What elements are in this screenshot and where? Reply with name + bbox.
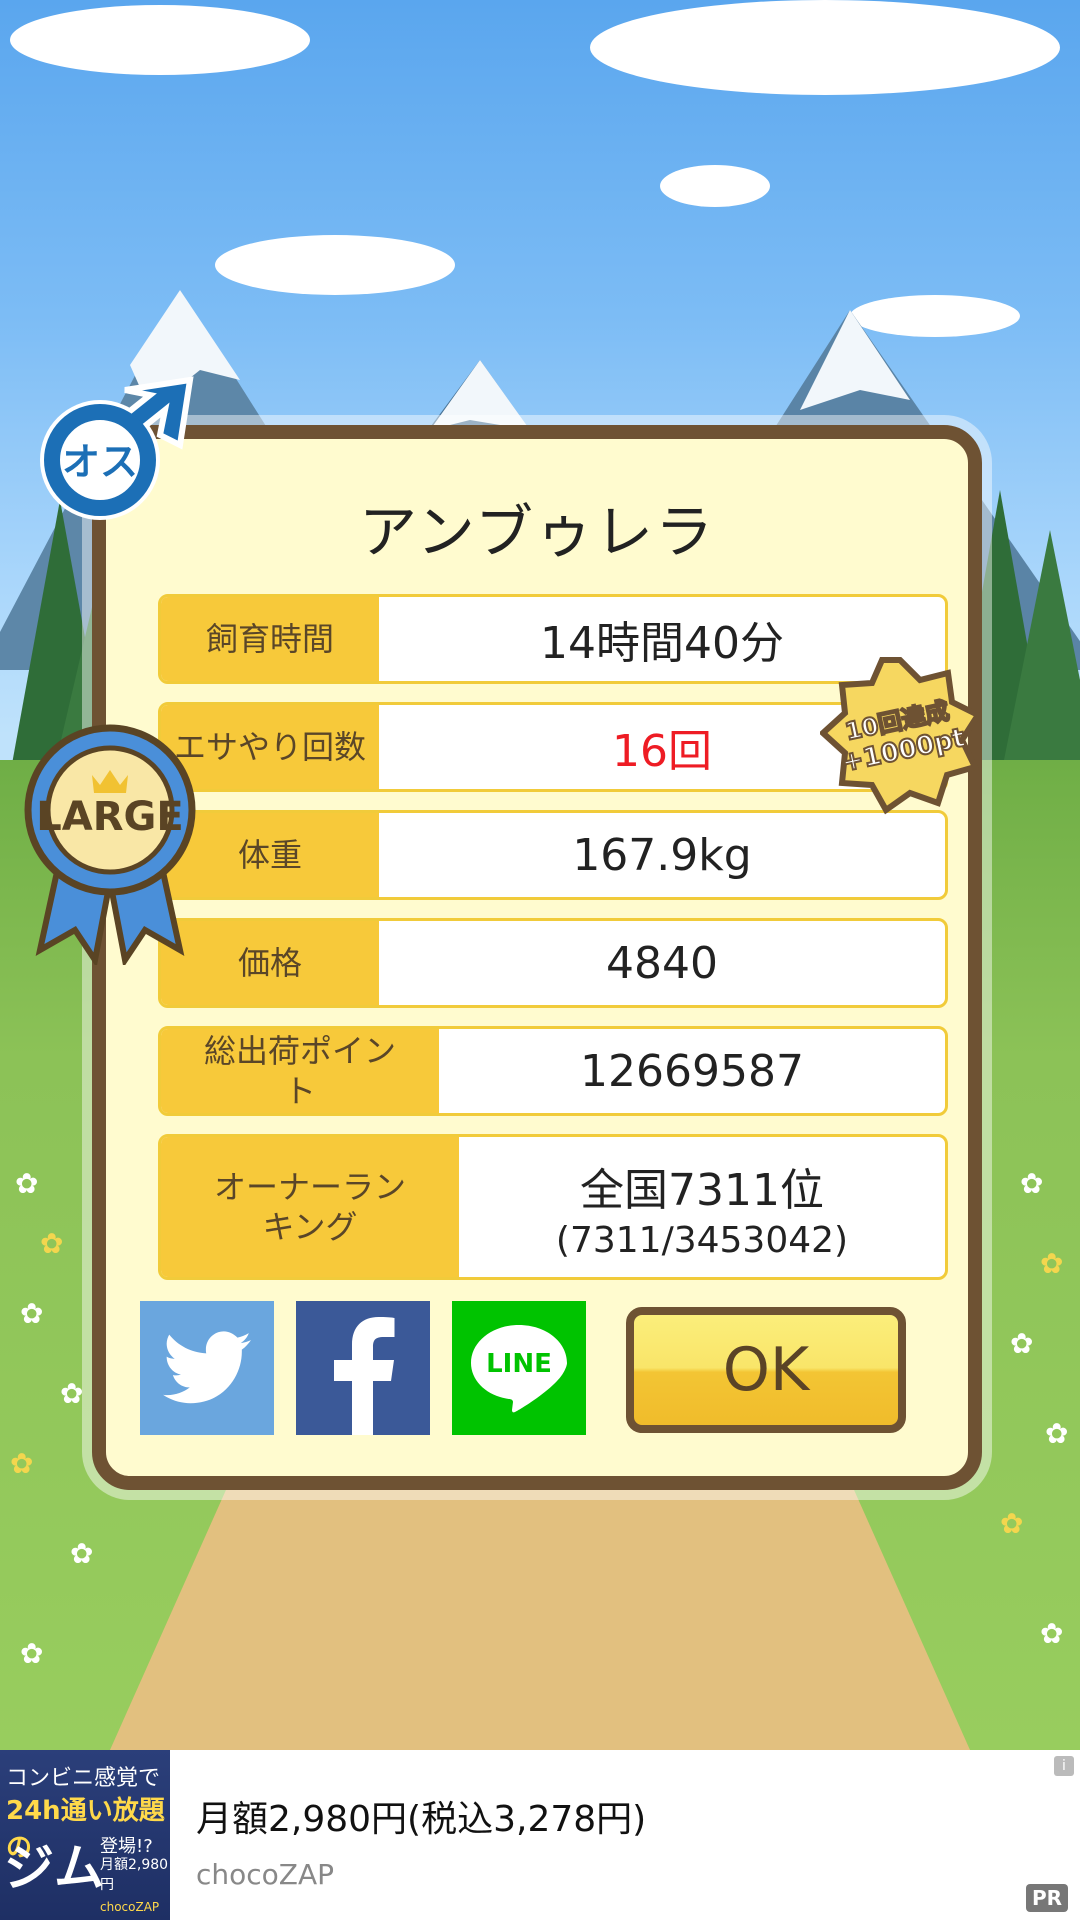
flower-icon: ✿ (15, 1167, 39, 1200)
stat-label: オーナーランキング (161, 1137, 459, 1277)
ad-title[interactable]: 月額2,980円(税込3,278円) (196, 1790, 646, 1842)
stat-value: 全国7311位 (7311/3453042) (459, 1137, 945, 1277)
stat-row-owner-ranking: オーナーランキング 全国7311位 (7311/3453042) (158, 1134, 948, 1280)
ad-image[interactable]: コンビニ感覚で 24h通い放題の ジム 登場!? 月額2,980円 chocoZ… (0, 1750, 170, 1920)
size-label: LARGE (36, 794, 183, 840)
stat-value: 4840 (606, 937, 718, 989)
stat-value: 167.9kg (572, 829, 752, 881)
ad-pr-badge: PR (1025, 1884, 1068, 1912)
stat-row-price: 価格 4840 (158, 918, 948, 1008)
stat-value: 12669587 (580, 1045, 804, 1097)
stat-label: 飼育時間 (161, 597, 379, 681)
line-label: LINE (486, 1349, 552, 1379)
ad-banner[interactable]: コンビニ感覚で 24h通い放題の ジム 登場!? 月額2,980円 chocoZ… (0, 1750, 1080, 1920)
stat-row-weight: 体重 167.9kg (158, 810, 948, 900)
twitter-icon (163, 1331, 251, 1404)
large-size-ribbon: LARGE (24, 724, 196, 965)
line-share-button[interactable]: LINE (452, 1301, 586, 1435)
flower-icon: ✿ (60, 1377, 84, 1410)
twitter-share-button[interactable] (140, 1301, 274, 1435)
result-card: アンブゥレラ 飼育時間 14時間40分 エサやり回数 16回 体重 167.9k… (92, 425, 982, 1490)
ad-image-text: 月額2,980円 (100, 1857, 169, 1893)
flower-icon: ✿ (10, 1447, 34, 1480)
ad-info-icon[interactable]: i (1054, 1756, 1074, 1776)
flower-icon: ✿ (40, 1227, 64, 1260)
flower-icon: ✿ (1045, 1417, 1069, 1450)
facebook-icon (334, 1317, 395, 1435)
gender-label: オス (62, 440, 138, 484)
ranking-detail: (7311/3453042) (555, 1219, 849, 1261)
flower-icon: ✿ (20, 1297, 44, 1330)
cloud (660, 165, 770, 207)
dirt-road (110, 1480, 970, 1750)
ad-image-text: コンビニ感覚で (6, 1766, 161, 1791)
flower-icon: ✿ (1010, 1327, 1034, 1360)
cloud (10, 5, 310, 75)
flower-icon: ✿ (1040, 1247, 1064, 1280)
cloud (590, 0, 1060, 95)
ok-button[interactable]: OK (626, 1307, 906, 1433)
animal-name: アンブゥレラ (359, 498, 715, 566)
ad-image-text: ジム (4, 1839, 104, 1897)
ad-advertiser[interactable]: chocoZAP (196, 1858, 334, 1891)
stat-label: 総出荷ポイント (161, 1029, 439, 1113)
ad-image-logo: chocoZAP (100, 1900, 160, 1914)
flower-icon: ✿ (1020, 1167, 1044, 1200)
flower-icon: ✿ (20, 1637, 44, 1670)
male-gender-badge: オス (40, 376, 194, 520)
flower-icon: ✿ (1040, 1617, 1064, 1650)
stat-row-shipping-points: 総出荷ポイント 12669587 (158, 1026, 948, 1116)
flower-icon: ✿ (70, 1537, 94, 1570)
bonus-achievement-badge: 10回達成 +1000pt (820, 657, 980, 815)
flower-icon: ✿ (1000, 1507, 1024, 1540)
facebook-share-button[interactable] (296, 1301, 430, 1435)
ranking-position: 全国7311位 (580, 1164, 824, 1216)
